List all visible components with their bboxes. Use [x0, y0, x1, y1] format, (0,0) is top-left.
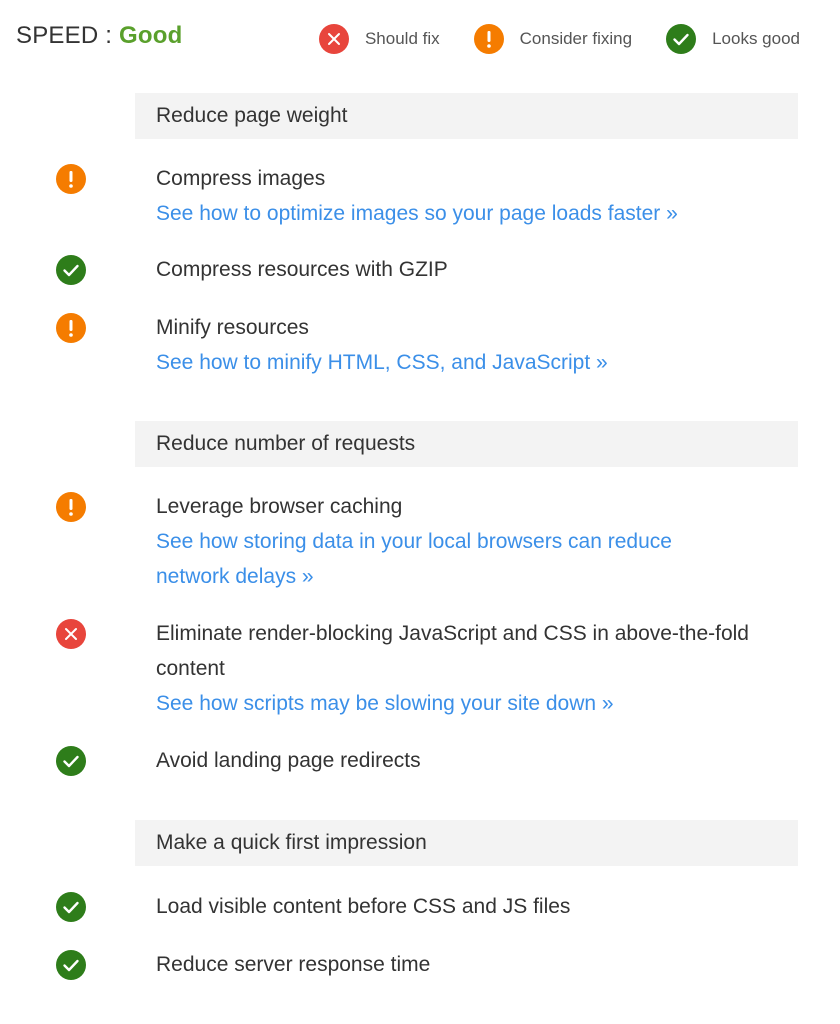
rule-title: Load visible content before CSS and JS f… — [156, 895, 571, 918]
x-circle-icon — [56, 619, 86, 649]
speed-label: SPEED : — [16, 22, 113, 49]
exclamation-circle-icon — [473, 24, 504, 54]
section-header-reduce-page-weight: Reduce page weight — [135, 93, 798, 139]
page: SPEED : Good Should fix Consider fixing — [0, 0, 840, 1024]
check-circle-icon — [56, 746, 86, 776]
rule-title: Compress resources with GZIP — [156, 258, 448, 281]
legend-item-consider-fixing: Consider fixing — [473, 24, 633, 54]
section-title: Reduce page weight — [156, 104, 348, 127]
exclamation-circle-icon — [56, 313, 86, 343]
section-header-first-impression: Make a quick first impression — [135, 820, 798, 866]
rule-help-link[interactable]: See how to minify HTML, CSS, and JavaScr… — [156, 345, 806, 380]
x-circle-icon — [318, 24, 349, 54]
legend-label: Looks good — [712, 29, 800, 48]
rule-title: Eliminate render-blocking JavaScript and… — [156, 622, 749, 680]
section-header-reduce-requests: Reduce number of requests — [135, 421, 798, 467]
rule-title: Reduce server response time — [156, 953, 431, 976]
legend: Should fix Consider fixing Looks good — [285, 24, 800, 54]
rule-help-link[interactable]: See how scripts may be slowing your site… — [156, 686, 816, 721]
exclamation-circle-icon — [56, 164, 86, 194]
rule-title: Minify resources — [156, 316, 309, 339]
rule-title: Compress images — [156, 167, 326, 190]
speed-score: Good — [118, 22, 183, 49]
section-title: Make a quick first impression — [156, 831, 427, 854]
rule-title: Avoid landing page redirects — [156, 749, 421, 772]
legend-item-should-fix: Should fix — [318, 24, 440, 54]
section-title: Reduce number of requests — [156, 432, 416, 455]
check-circle-icon — [56, 950, 86, 980]
legend-label: Consider fixing — [519, 29, 633, 48]
rule-help-link[interactable]: See how to optimize images so your page … — [156, 196, 806, 231]
speed-heading: SPEED : Good — [16, 22, 182, 50]
rule-help-link[interactable]: See how storing data in your local brows… — [156, 524, 736, 594]
legend-label: Should fix — [364, 29, 440, 48]
exclamation-circle-icon — [56, 492, 86, 522]
rule-title: Leverage browser caching — [156, 495, 403, 518]
check-circle-icon — [56, 892, 86, 922]
check-circle-icon — [666, 24, 697, 54]
header: SPEED : Good Should fix Consider fixing — [16, 20, 800, 60]
legend-item-looks-good: Looks good — [666, 24, 800, 54]
check-circle-icon — [56, 255, 86, 285]
